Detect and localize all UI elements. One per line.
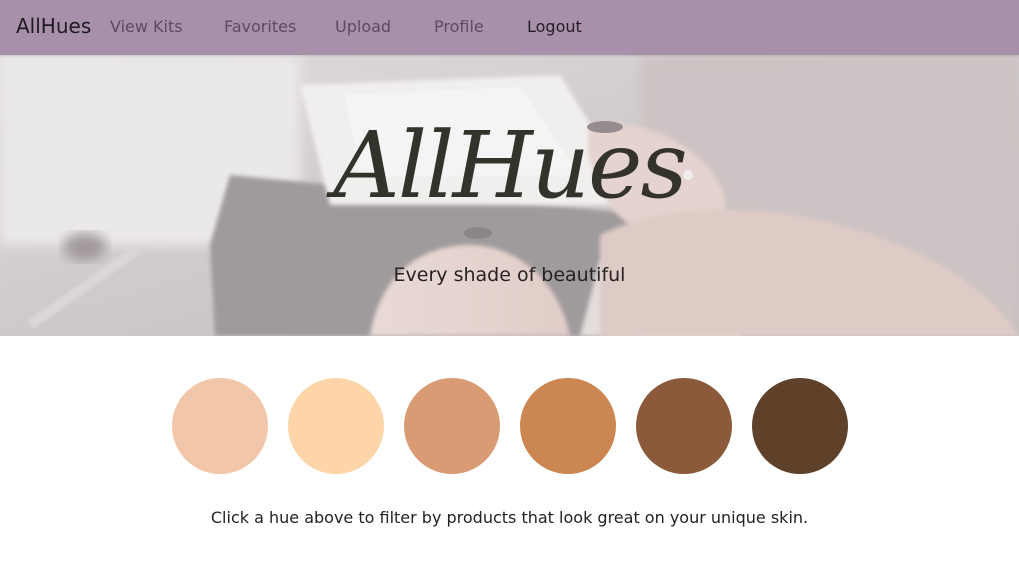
hue-swatch-3[interactable] [404,378,500,474]
hue-swatch-2[interactable] [288,378,384,474]
top-navbar: AllHues View Kits Favorites Upload Profi… [0,0,1019,55]
nav-favorites[interactable]: Favorites [224,0,296,55]
hue-selector [172,378,848,474]
hero-banner: AllHues Every shade of beautiful [0,55,1019,336]
nav-logout[interactable]: Logout [527,0,582,55]
hue-swatch-6[interactable] [752,378,848,474]
brand-logo[interactable]: AllHues [16,0,91,55]
hue-swatch-4[interactable] [520,378,616,474]
hero-tagline: Every shade of beautiful [393,264,626,286]
nav-profile[interactable]: Profile [434,0,484,55]
hue-swatch-1[interactable] [172,378,268,474]
filter-hint-text: Click a hue above to filter by products … [210,508,809,527]
nav-view-kits[interactable]: View Kits [110,0,183,55]
hero-title: AllHues [333,112,687,219]
hue-swatch-5[interactable] [636,378,732,474]
nav-upload[interactable]: Upload [335,0,391,55]
